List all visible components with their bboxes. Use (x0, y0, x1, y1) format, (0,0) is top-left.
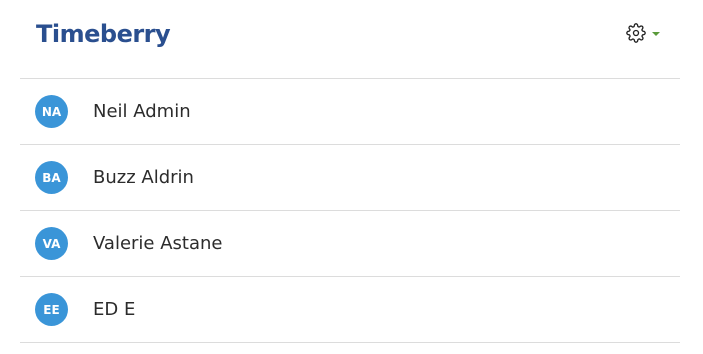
user-name: Neil Admin (93, 101, 191, 122)
user-row[interactable]: EE ED E (20, 277, 680, 343)
user-name: ED E (93, 299, 136, 320)
avatar: VA (35, 227, 68, 260)
settings-dropdown-button[interactable] (626, 22, 660, 44)
user-row[interactable]: BA Buzz Aldrin (20, 145, 680, 211)
caret-down-icon (652, 32, 660, 36)
avatar: EE (35, 293, 68, 326)
avatar: BA (35, 161, 68, 194)
gear-icon (626, 23, 646, 43)
user-row[interactable]: VA Valerie Astane (20, 211, 680, 277)
user-row[interactable]: NA Neil Admin (20, 79, 680, 145)
user-name: Valerie Astane (93, 233, 223, 254)
user-list: NA Neil Admin BA Buzz Aldrin VA Valerie … (20, 78, 680, 343)
header: Timeberry (0, 0, 703, 78)
user-name: Buzz Aldrin (93, 167, 194, 188)
logo[interactable]: Timeberry (36, 18, 171, 50)
avatar: NA (35, 95, 68, 128)
